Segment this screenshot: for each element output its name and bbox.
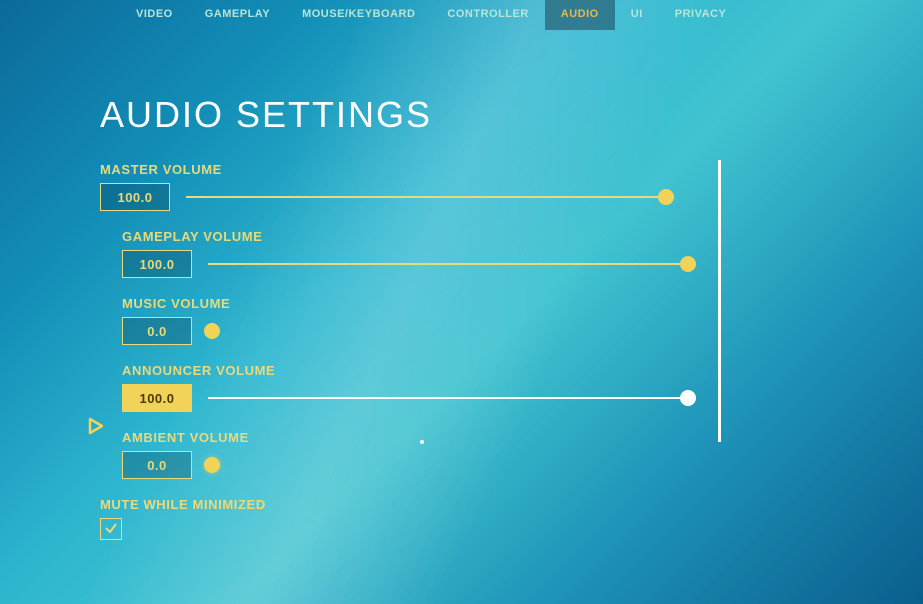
check-icon — [104, 521, 118, 538]
ambient-volume-row: AMBIENT VOLUME 0.0 — [100, 430, 720, 479]
gameplay-volume-slider[interactable] — [208, 263, 688, 265]
ambient-volume-value[interactable]: 0.0 — [122, 451, 192, 479]
announcer-volume-knob[interactable] — [680, 390, 696, 406]
tab-video[interactable]: VIDEO — [120, 0, 189, 30]
mute-while-minimized-label: MUTE WHILE MINIMIZED — [100, 497, 720, 512]
tab-ui[interactable]: UI — [615, 0, 659, 30]
gameplay-volume-value[interactable]: 100.0 — [122, 250, 192, 278]
tab-controller[interactable]: CONTROLLER — [431, 0, 544, 30]
tab-mouse-keyboard[interactable]: MOUSE/KEYBOARD — [286, 0, 431, 30]
settings-tab-bar: VIDEO GAMEPLAY MOUSE/KEYBOARD CONTROLLER… — [120, 0, 742, 30]
gameplay-volume-row: GAMEPLAY VOLUME 100.0 — [100, 229, 720, 278]
master-volume-knob[interactable] — [658, 189, 674, 205]
announcer-volume-value[interactable]: 100.0 — [122, 384, 192, 412]
page-title: AUDIO SETTINGS — [100, 94, 432, 136]
gameplay-volume-knob[interactable] — [680, 256, 696, 272]
music-volume-row: MUSIC VOLUME 0.0 — [100, 296, 720, 345]
master-volume-value[interactable]: 100.0 — [100, 183, 170, 211]
gameplay-volume-label: GAMEPLAY VOLUME — [122, 229, 720, 244]
audio-settings-panel: MASTER VOLUME 100.0 GAMEPLAY VOLUME 100.… — [100, 162, 720, 558]
tab-gameplay[interactable]: GAMEPLAY — [189, 0, 286, 30]
tab-privacy[interactable]: PRIVACY — [659, 0, 743, 30]
announcer-volume-label: ANNOUNCER VOLUME — [122, 363, 720, 378]
master-volume-row: MASTER VOLUME 100.0 — [100, 162, 720, 211]
master-volume-slider[interactable] — [186, 196, 666, 198]
music-volume-knob[interactable] — [204, 323, 220, 339]
music-volume-label: MUSIC VOLUME — [122, 296, 720, 311]
music-volume-slider[interactable] — [208, 330, 230, 332]
master-volume-label: MASTER VOLUME — [100, 162, 720, 177]
tab-audio[interactable]: AUDIO — [545, 0, 615, 30]
cursor-icon — [420, 440, 424, 444]
ambient-volume-knob[interactable] — [204, 457, 220, 473]
mute-while-minimized-row: MUTE WHILE MINIMIZED — [100, 497, 720, 540]
announcer-volume-slider[interactable] — [208, 397, 688, 399]
music-volume-value[interactable]: 0.0 — [122, 317, 192, 345]
announcer-volume-row: ANNOUNCER VOLUME 100.0 — [100, 363, 720, 412]
mute-while-minimized-checkbox[interactable] — [100, 518, 122, 540]
ambient-volume-slider[interactable] — [208, 464, 230, 466]
